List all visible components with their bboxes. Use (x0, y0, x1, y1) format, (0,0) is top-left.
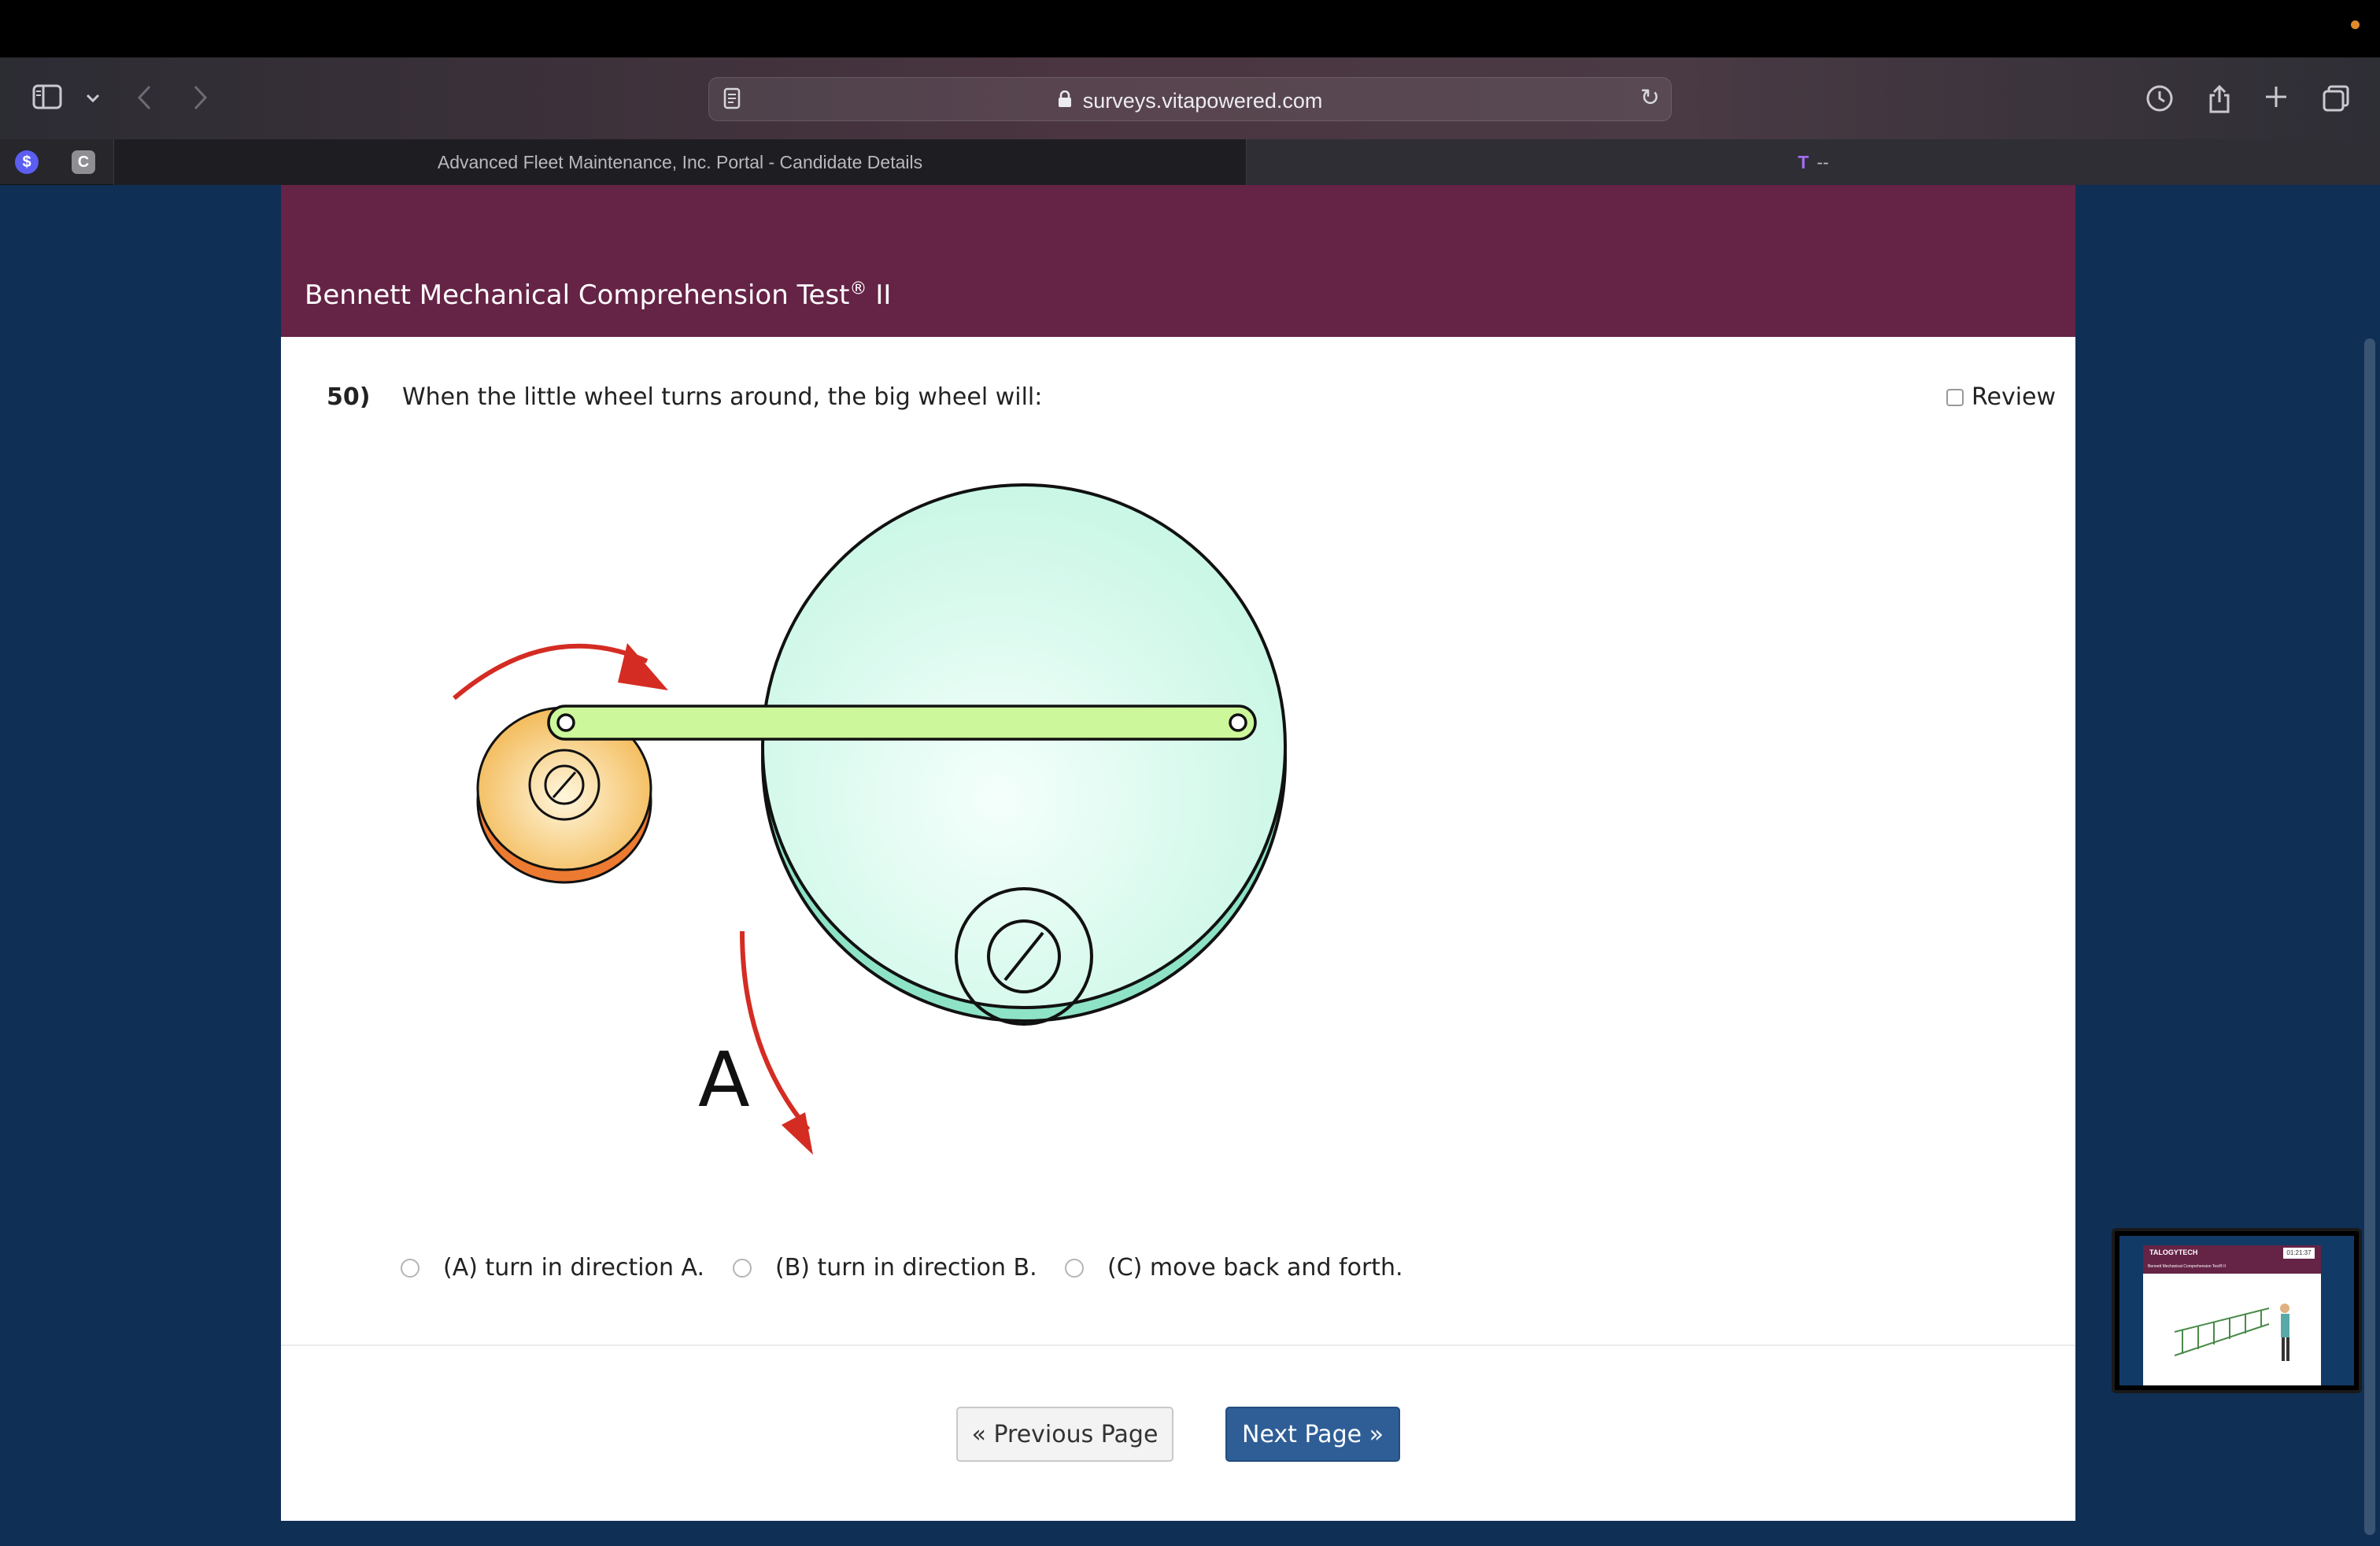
forward-arrow-icon[interactable] (184, 84, 216, 116)
big-wheel (761, 483, 1287, 1023)
previous-page-button[interactable]: « Previous Page (956, 1407, 1173, 1462)
tab-bar: $ C Advanced Fleet Maintenance, Inc. Por… (0, 139, 2380, 185)
reload-icon[interactable]: ↻ (1640, 84, 1660, 112)
rotation-arrow-small (453, 643, 668, 701)
pinned-tab-c-icon[interactable]: C (72, 150, 95, 174)
thumbnail-banner: TALOGYTECH 01:21:37 Bennett Mechanical C… (2143, 1245, 2321, 1274)
answer-option-c[interactable]: (C) move back and forth. (1065, 1254, 1403, 1282)
thumbnail-window: TALOGYTECH 01:21:37 Bennett Mechanical C… (2143, 1245, 2321, 1385)
thumbnail-logo: TALOGYTECH (2149, 1248, 2198, 1256)
connecting-rod (547, 705, 1257, 741)
tab-test[interactable]: T -- (1247, 139, 2380, 185)
direction-arrow-a (740, 930, 813, 1155)
thumbnail-title: Bennett Mechanical Comprehension Test® I… (2148, 1264, 2226, 1269)
thumbnail-timer: 01:21:37 (2283, 1248, 2315, 1259)
answer-option-a[interactable]: (A) turn in direction A. (401, 1254, 704, 1282)
page-scrollbar[interactable] (2364, 338, 2375, 1535)
share-icon[interactable] (2204, 84, 2235, 116)
tab-overview-icon[interactable] (2320, 84, 2352, 116)
test-banner: Bennett Mechanical Comprehension Test® I… (281, 185, 2075, 337)
recording-indicator (2351, 20, 2360, 29)
footer-divider (281, 1344, 2075, 1346)
question-text: When the little wheel turns around, the … (402, 383, 1043, 411)
back-arrow-icon[interactable] (129, 84, 161, 116)
next-page-button[interactable]: Next Page » (1225, 1407, 1400, 1462)
question-number: 50) (327, 383, 371, 411)
checkbox-icon[interactable] (1946, 389, 1964, 406)
label-a: A (698, 1036, 750, 1124)
tab-candidate-details[interactable]: Advanced Fleet Maintenance, Inc. Portal … (113, 139, 1247, 185)
radio-icon[interactable] (1065, 1259, 1084, 1278)
new-tab-icon[interactable] (2260, 84, 2292, 116)
talogy-logo-icon: T (1798, 152, 1809, 172)
review-checkbox[interactable]: Review (1946, 383, 2056, 411)
picture-in-picture-thumbnail[interactable]: TALOGYTECH 01:21:37 Bennett Mechanical C… (2112, 1228, 2362, 1393)
lock-icon (1058, 90, 1077, 112)
radio-icon[interactable] (401, 1259, 419, 1278)
url-text: surveys.vitapowered.com (709, 89, 1671, 113)
chevron-down-icon[interactable] (77, 84, 109, 116)
radio-icon[interactable] (733, 1259, 752, 1278)
history-icon[interactable] (2144, 84, 2175, 116)
test-title: Bennett Mechanical Comprehension Test® I… (305, 279, 892, 311)
thumbnail-screen: TALOGYTECH 01:21:37 Bennett Mechanical C… (2119, 1236, 2354, 1385)
sidebar-toggle-icon[interactable] (31, 84, 63, 116)
address-bar[interactable]: surveys.vitapowered.com ↻ (708, 77, 1672, 121)
thumbnail-fence-illustration (2174, 1304, 2289, 1361)
survey-page: Bennett Mechanical Comprehension Test® I… (281, 185, 2075, 1521)
pinned-tab-dollar-icon[interactable]: $ (15, 150, 39, 174)
answer-option-b[interactable]: (B) turn in direction B. (733, 1254, 1037, 1282)
browser-toolbar: surveys.vitapowered.com ↻ (0, 57, 2380, 139)
system-menu-bar (0, 0, 2380, 57)
wheel-diagram: A B (453, 483, 1287, 1155)
